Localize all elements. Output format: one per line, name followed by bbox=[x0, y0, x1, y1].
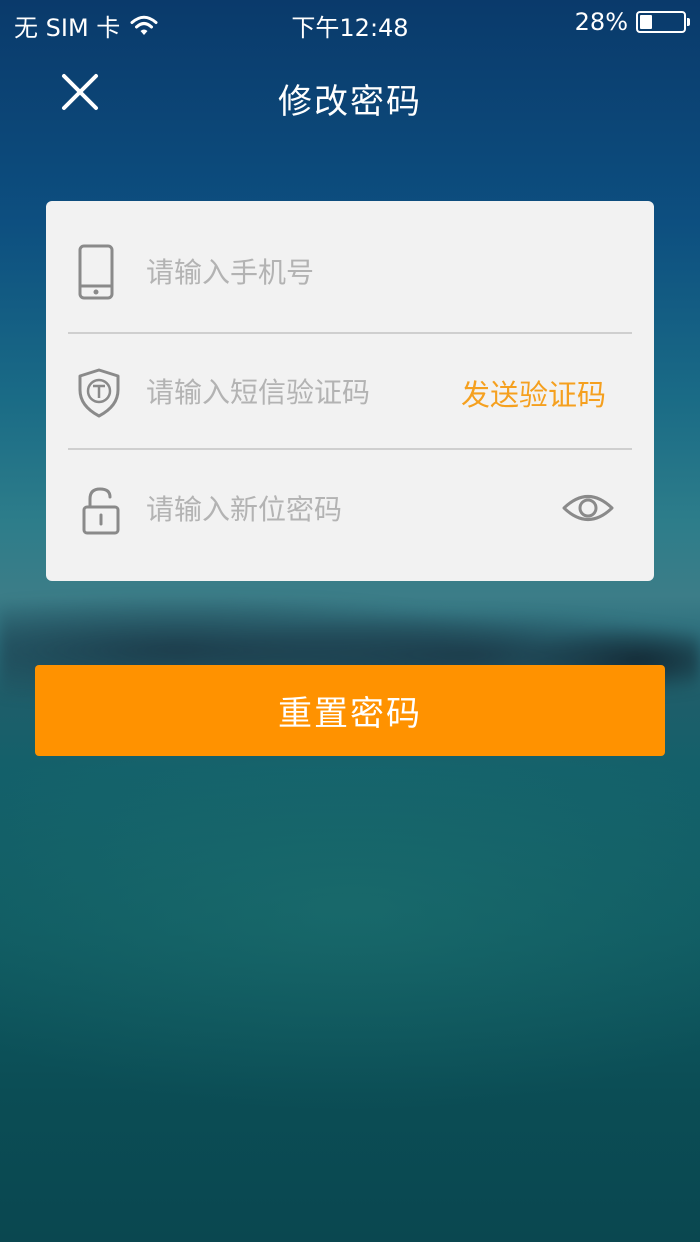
battery-percent: 28% bbox=[574, 8, 628, 36]
status-right: 28% bbox=[574, 8, 690, 36]
eye-icon[interactable] bbox=[562, 485, 614, 531]
phone-input[interactable] bbox=[146, 250, 446, 294]
password-row bbox=[46, 449, 654, 569]
code-row: 发送验证码 bbox=[46, 332, 654, 452]
screen: 无 SIM 卡 下午12:48 28% 修改密码 请输入手机号 请输入短信验证码… bbox=[0, 0, 700, 1242]
battery-fill bbox=[640, 15, 652, 29]
unlock-icon bbox=[82, 487, 120, 535]
reset-password-button[interactable]: 重置密码 bbox=[35, 665, 665, 756]
reset-form-card: 发送验证码 bbox=[46, 201, 654, 581]
phone-row bbox=[46, 212, 654, 332]
background-sea bbox=[0, 760, 700, 1242]
page-title: 修改密码 bbox=[278, 82, 422, 122]
sms-code-input[interactable] bbox=[146, 370, 446, 414]
status-bar: 无 SIM 卡 下午12:48 28% bbox=[0, 0, 700, 44]
phone-icon bbox=[78, 244, 114, 300]
battery-icon bbox=[636, 11, 690, 33]
send-code-button[interactable]: 发送验证码 bbox=[461, 372, 606, 414]
shield-icon bbox=[78, 368, 120, 418]
new-password-input[interactable] bbox=[146, 487, 446, 531]
nav-bar: 修改密码 bbox=[0, 60, 700, 124]
